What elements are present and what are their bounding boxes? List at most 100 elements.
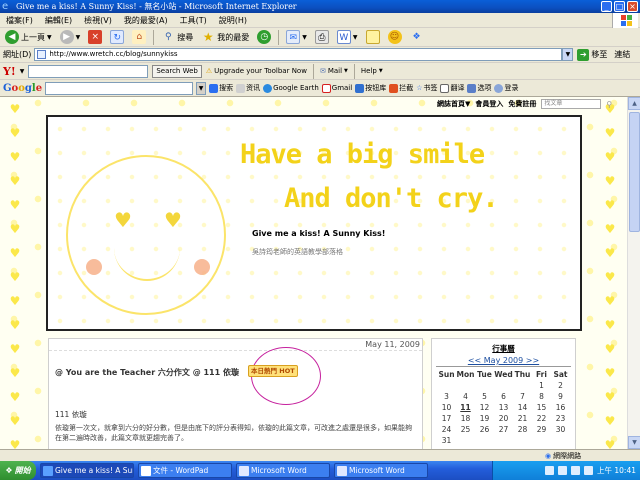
back-button[interactable]: ◀ 上一頁 ▼ bbox=[2, 29, 55, 46]
calendar-day[interactable]: 5 bbox=[475, 391, 494, 402]
close-button[interactable]: × bbox=[627, 1, 638, 12]
google-search-input[interactable] bbox=[45, 81, 194, 95]
messenger-button[interactable]: ☺ bbox=[385, 29, 405, 46]
calendar-day[interactable]: 24 bbox=[437, 424, 456, 435]
taskbar-item-ie[interactable]: Give me a kiss! A Sunny ... bbox=[40, 463, 134, 478]
calendar-month-nav[interactable]: << May 2009 >> bbox=[432, 356, 575, 365]
yahoo-dropdown-icon[interactable]: ▼ bbox=[20, 68, 25, 75]
calendar-day[interactable]: 3 bbox=[437, 391, 456, 402]
menu-help[interactable]: 說明(H) bbox=[213, 15, 253, 26]
search-button[interactable]: ⚲ 搜尋 bbox=[158, 29, 196, 46]
print-button[interactable]: ⎙ bbox=[312, 29, 332, 46]
address-input[interactable]: http://www.wretch.cc/blog/sunnykiss bbox=[34, 48, 563, 61]
google-earth-button[interactable]: Google Earth bbox=[263, 83, 319, 93]
calendar-day[interactable]: 29 bbox=[532, 424, 551, 435]
calendar-day[interactable]: 14 bbox=[513, 402, 532, 413]
blog-home-link[interactable]: 網誌首頁▼ bbox=[437, 99, 470, 109]
calendar-day[interactable]: 6 bbox=[494, 391, 513, 402]
calendar-day[interactable]: 20 bbox=[494, 413, 513, 424]
login-button[interactable]: 登录 bbox=[494, 83, 518, 93]
history-button[interactable]: ◷ bbox=[254, 29, 274, 46]
calendar-day[interactable]: 1 bbox=[532, 380, 551, 391]
edit-button[interactable]: W ▼ bbox=[334, 29, 361, 46]
forward-button[interactable]: ▶ ▼ bbox=[57, 29, 84, 46]
clock[interactable]: 上午 10:41 bbox=[597, 465, 636, 476]
minimize-button[interactable]: _ bbox=[601, 1, 612, 12]
network-icon[interactable] bbox=[571, 466, 580, 475]
calendar-day[interactable]: 11 bbox=[456, 402, 475, 413]
scroll-thumb[interactable] bbox=[629, 112, 640, 232]
calendar-heading[interactable]: 行事曆 bbox=[432, 343, 575, 354]
start-button[interactable]: ❖ 開始 bbox=[0, 461, 36, 480]
google-logo-icon[interactable]: Google bbox=[3, 83, 42, 94]
taskbar-item-word-2[interactable]: Microsoft Word bbox=[334, 463, 428, 478]
calendar-day[interactable]: 15 bbox=[532, 402, 551, 413]
taskbar-item-wordpad[interactable]: 文件 - WordPad bbox=[138, 463, 232, 478]
refresh-button[interactable]: ↻ bbox=[107, 29, 127, 46]
calendar-day[interactable]: 12 bbox=[475, 402, 494, 413]
yahoo-logo-icon[interactable]: Y! bbox=[3, 65, 16, 78]
menu-edit[interactable]: 編輯(E) bbox=[39, 15, 78, 26]
calendar-day[interactable]: 21 bbox=[513, 413, 532, 424]
scroll-down-button[interactable]: ▼ bbox=[628, 436, 640, 449]
calendar-day[interactable]: 23 bbox=[551, 413, 570, 424]
volume-icon[interactable] bbox=[584, 466, 593, 475]
research-button[interactable]: ❖ bbox=[407, 29, 427, 46]
yahoo-mail-button[interactable]: ✉ Mail ▼ bbox=[320, 67, 348, 75]
keyboard-icon[interactable] bbox=[545, 466, 554, 475]
menu-file[interactable]: 檔案(F) bbox=[0, 15, 39, 26]
popup-blocker-button[interactable]: 拦截 bbox=[389, 83, 413, 93]
calendar-day[interactable]: 30 bbox=[551, 424, 570, 435]
vertical-scrollbar[interactable]: ▲ ▼ bbox=[627, 97, 640, 449]
links-button[interactable]: 連結 bbox=[611, 49, 633, 60]
calendar-day[interactable]: 10 bbox=[437, 402, 456, 413]
go-button[interactable]: ➔ 移至 bbox=[573, 48, 611, 61]
calendar-day[interactable]: 8 bbox=[532, 391, 551, 402]
favorites-button[interactable]: ★ 我的最愛 bbox=[198, 29, 252, 46]
menu-view[interactable]: 檢視(V) bbox=[78, 15, 118, 26]
calendar-day[interactable]: 28 bbox=[513, 424, 532, 435]
calendar-day[interactable]: 31 bbox=[437, 435, 456, 446]
button-gallery-button[interactable]: 按钮库 bbox=[355, 83, 386, 93]
gmail-button[interactable]: Gmail bbox=[321, 83, 352, 93]
calendar-day[interactable]: 19 bbox=[475, 413, 494, 424]
calendar-day[interactable]: 9 bbox=[551, 391, 570, 402]
calendar-day[interactable]: 27 bbox=[494, 424, 513, 435]
google-news-button[interactable]: 资讯 bbox=[236, 83, 260, 93]
pen-icon[interactable] bbox=[558, 466, 567, 475]
calendar-day[interactable]: 18 bbox=[456, 413, 475, 424]
calendar-day[interactable]: 17 bbox=[437, 413, 456, 424]
calendar-day[interactable]: 2 bbox=[551, 380, 570, 391]
post-title[interactable]: @ You are the Teacher 六分作文 @ 111 依璇 bbox=[55, 367, 239, 378]
yahoo-upgrade-link[interactable]: ⚠ Upgrade your Toolbar Now bbox=[206, 67, 307, 75]
calendar-day[interactable]: 25 bbox=[456, 424, 475, 435]
bookmarks-button[interactable]: ☆ 书签 bbox=[416, 83, 437, 93]
translate-button[interactable]: 翻译 bbox=[440, 83, 464, 93]
calendar-day[interactable]: 16 bbox=[551, 402, 570, 413]
mail-button[interactable]: ✉ ▼ bbox=[283, 29, 310, 46]
discuss-button[interactable] bbox=[363, 29, 383, 46]
yahoo-help-button[interactable]: Help ▼ bbox=[361, 67, 383, 75]
calendar-day[interactable]: 4 bbox=[456, 391, 475, 402]
maximize-button[interactable]: □ bbox=[614, 1, 625, 12]
google-search-dropdown[interactable]: ▼ bbox=[196, 81, 207, 95]
menu-tools[interactable]: 工具(T) bbox=[174, 15, 213, 26]
calendar-day[interactable]: 22 bbox=[532, 413, 551, 424]
member-login-link[interactable]: 會員登入 bbox=[475, 99, 503, 109]
article-search-input[interactable]: 找文章 bbox=[541, 99, 602, 109]
home-button[interactable]: ⌂ bbox=[129, 29, 149, 46]
calendar-day[interactable]: 7 bbox=[513, 391, 532, 402]
free-signup-link[interactable]: 免費註冊 bbox=[508, 99, 536, 109]
search-icon[interactable]: ⚲ bbox=[606, 100, 612, 109]
stop-button[interactable]: × bbox=[85, 29, 105, 46]
scroll-up-button[interactable]: ▲ bbox=[628, 97, 640, 110]
yahoo-search-input[interactable] bbox=[28, 64, 149, 78]
menu-favorites[interactable]: 我的最愛(A) bbox=[118, 15, 174, 26]
address-dropdown[interactable]: ▼ bbox=[562, 48, 574, 61]
yahoo-search-button[interactable]: Search Web bbox=[152, 64, 202, 78]
calendar-day[interactable]: 13 bbox=[494, 402, 513, 413]
google-search-button[interactable]: 搜索 bbox=[209, 83, 233, 93]
taskbar-item-word-1[interactable]: Microsoft Word bbox=[236, 463, 330, 478]
calendar-day[interactable]: 26 bbox=[475, 424, 494, 435]
options-button[interactable]: 选项 bbox=[467, 83, 491, 93]
